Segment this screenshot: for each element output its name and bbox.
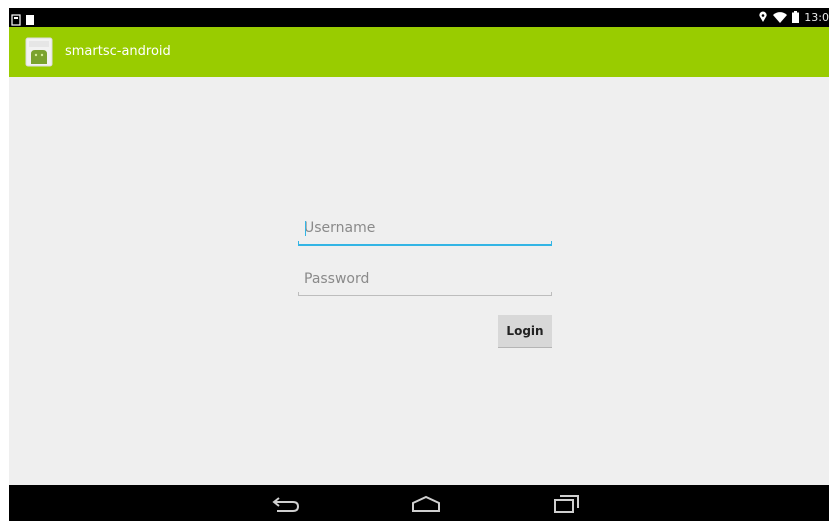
login-button[interactable]: Login xyxy=(498,315,552,348)
password-underline-tick-left xyxy=(298,292,299,296)
navigation-bar xyxy=(9,485,829,521)
sd-card-icon xyxy=(11,11,21,26)
home-icon[interactable] xyxy=(404,491,448,517)
status-time: 13:0 xyxy=(804,11,829,24)
location-icon xyxy=(758,8,768,27)
status-bar: 13:0 xyxy=(9,8,829,27)
status-icons: 13:0 xyxy=(758,8,829,27)
username-underline xyxy=(298,244,552,246)
username-underline-tick-right xyxy=(551,241,552,245)
wifi-icon xyxy=(773,8,788,27)
username-input[interactable] xyxy=(298,213,552,243)
password-field-wrapper xyxy=(298,264,552,298)
app-title: smartsc-android xyxy=(65,44,171,59)
text-cursor xyxy=(305,221,306,236)
password-underline-tick-right xyxy=(551,292,552,296)
device-screen: 13:0 smartsc-android Username Login xyxy=(9,8,829,521)
app-launcher-icon[interactable] xyxy=(25,37,53,67)
username-field-wrapper xyxy=(298,213,552,247)
battery-icon xyxy=(792,8,800,27)
login-screen: Login xyxy=(9,77,829,485)
action-bar: smartsc-android xyxy=(9,27,829,77)
username-underline-tick-left xyxy=(298,241,299,245)
notification-icon xyxy=(25,11,35,25)
password-underline xyxy=(298,295,552,296)
back-icon[interactable] xyxy=(264,491,308,517)
password-input[interactable] xyxy=(298,264,552,294)
recent-apps-icon[interactable] xyxy=(544,491,588,517)
